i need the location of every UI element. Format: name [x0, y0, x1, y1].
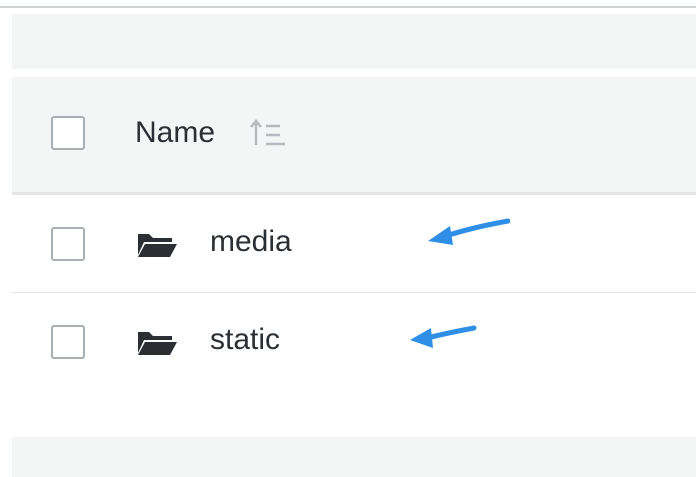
- select-all-checkbox[interactable]: [51, 116, 85, 150]
- table-row[interactable]: static: [12, 293, 696, 390]
- folder-open-icon: [138, 332, 177, 355]
- file-browser: Name media static: [0, 0, 696, 477]
- sort-ascending-icon[interactable]: [250, 117, 302, 151]
- annotation-arrow-icon: [428, 218, 510, 245]
- row-checkbox[interactable]: [51, 325, 85, 359]
- annotation-arrow-icon: [410, 325, 477, 348]
- top-divider: [0, 6, 696, 8]
- row-checkbox[interactable]: [51, 227, 85, 261]
- footer-band: [12, 437, 696, 477]
- table-header: Name: [12, 77, 696, 195]
- toolbar-band: [12, 14, 696, 69]
- column-header-name[interactable]: Name: [135, 115, 215, 151]
- folder-name[interactable]: media: [210, 224, 292, 260]
- folder-open-icon: [138, 234, 177, 257]
- folder-name[interactable]: static: [210, 322, 280, 358]
- table-row[interactable]: media: [12, 195, 696, 293]
